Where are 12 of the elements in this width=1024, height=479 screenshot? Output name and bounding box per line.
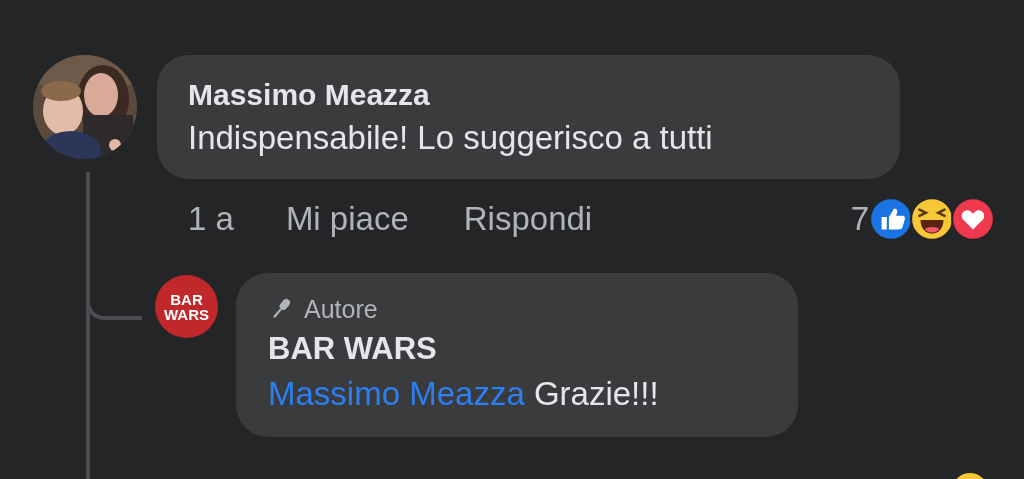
author-name[interactable]: Massimo Meazza	[188, 75, 868, 115]
author-name[interactable]: BAR WARS	[268, 327, 766, 371]
reaction-count[interactable]: 7	[850, 200, 869, 238]
author-label: Autore	[304, 294, 378, 325]
comment-text: Indispensabile! Lo suggerisco a tutti	[188, 118, 714, 158]
reply-text: Massimo Meazza Grazie!!!	[268, 374, 660, 414]
page-logo[interactable]: BAR WARS	[155, 275, 218, 338]
action-link[interactable]: Rispondi	[463, 200, 593, 238]
timestamp[interactable]: 1 a	[188, 200, 234, 238]
laughing-face-icon	[909, 196, 955, 242]
like-icon	[868, 196, 914, 242]
action-link[interactable]: Mi piace	[285, 200, 409, 238]
